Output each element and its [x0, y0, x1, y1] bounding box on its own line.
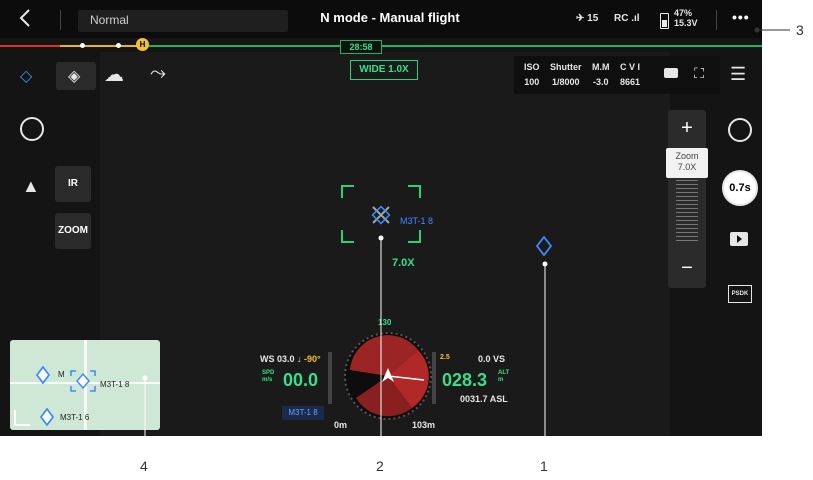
- callout-1: 1: [540, 458, 548, 474]
- callout-2: 2: [376, 458, 384, 474]
- callout-4: 4: [140, 458, 148, 474]
- callout-3: 3: [796, 22, 804, 38]
- callout-lines: [142, 27, 790, 458]
